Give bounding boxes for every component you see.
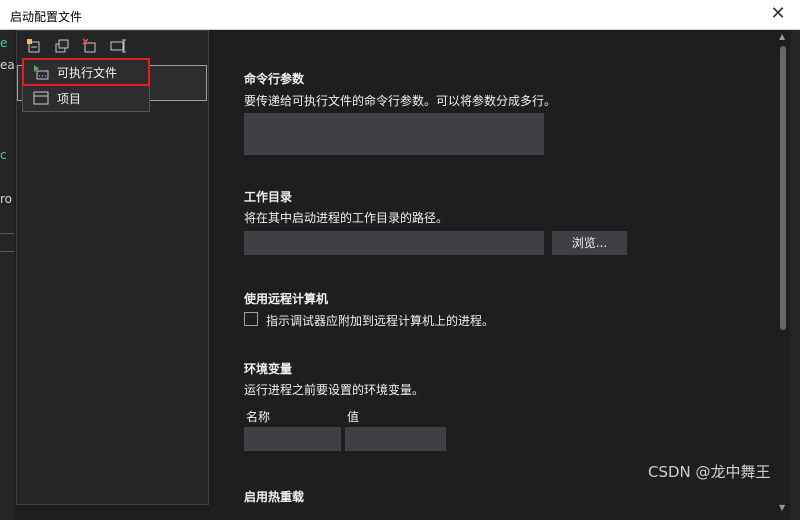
env-value-input[interactable] (345, 427, 446, 451)
remote-machine-checkbox-label: 指示调试器应附加到远程计算机上的进程。 (266, 314, 495, 328)
hot-reload-title: 启用热重载 (244, 490, 305, 504)
background-divider (0, 251, 14, 252)
background-text-fragment: c (0, 148, 7, 162)
profile-settings-panel: 命令行参数 要传递给可执行文件的命令行参数。可以将参数分成多行。 工作目录 将在… (220, 30, 776, 520)
rename-profile-icon[interactable] (109, 37, 127, 55)
menu-item-project[interactable]: 项目 (23, 85, 149, 111)
remote-machine-checkbox[interactable] (244, 312, 258, 326)
browse-button[interactable]: 浏览... (552, 231, 627, 255)
scroll-thumb[interactable] (780, 46, 786, 330)
window-title: 启动配置文件 (10, 10, 83, 24)
delete-profile-icon[interactable] (81, 37, 99, 55)
workdir-title: 工作目录 (244, 190, 293, 204)
workdir-description: 将在其中启动进程的工作目录的路径。 (244, 211, 449, 225)
background-text-fragment: ro (0, 192, 13, 206)
env-name-column-header: 名称 (246, 410, 271, 424)
cmd-args-description: 要传递给可执行文件的命令行参数。可以将参数分成多行。 (244, 94, 557, 108)
profile-toolbar (25, 37, 127, 57)
menu-item-label: 可执行文件 (57, 65, 118, 80)
scroll-down-icon[interactable]: ▼ (779, 503, 785, 512)
scroll-up-icon[interactable]: ▲ (779, 32, 785, 41)
menu-item-label: 项目 (57, 91, 82, 106)
background-editor-edge-right (790, 30, 800, 520)
copy-profile-icon[interactable] (53, 37, 71, 55)
background-text-fragment: e (0, 36, 8, 50)
close-button[interactable]: ✕ (768, 4, 788, 24)
cmd-args-input[interactable] (244, 113, 544, 155)
env-value-column-header: 值 (347, 410, 360, 424)
workdir-input[interactable] (244, 231, 544, 255)
remote-machine-title: 使用远程计算机 (244, 292, 329, 306)
project-icon (33, 91, 49, 105)
new-profile-icon[interactable] (25, 37, 43, 55)
cmd-args-title: 命令行参数 (244, 72, 305, 86)
menu-item-executable[interactable]: 可执行文件 (22, 58, 150, 86)
env-vars-title: 环境变量 (244, 362, 293, 376)
background-text-fragment: ea (0, 58, 15, 72)
executable-icon (34, 65, 49, 80)
env-vars-description: 运行进程之前要设置的环境变量。 (244, 383, 425, 397)
background-divider (0, 233, 14, 234)
vertical-scrollbar[interactable]: ▲ ▼ (776, 30, 790, 520)
new-profile-dropdown: 可执行文件 项目 (22, 58, 150, 112)
dialog-body: e ea c ro 可执行文件 项目 命令行参数 要传递给可执行文件的命令行参数… (0, 30, 800, 520)
env-name-input[interactable] (244, 427, 341, 451)
background-editor-edge: e ea c ro (0, 30, 15, 520)
title-bar: 启动配置文件 ✕ (0, 0, 800, 30)
watermark: CSDN @龙中舞王 (648, 463, 771, 481)
